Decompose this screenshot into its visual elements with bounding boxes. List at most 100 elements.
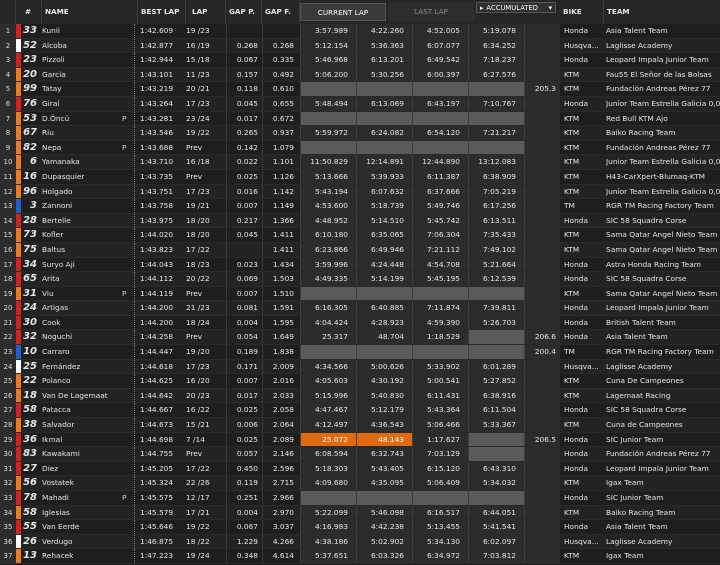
table-row[interactable]: 33 78 Mahadi P 1:45.575 12 /17 0.251 2.966 Honda… [0, 491, 720, 506]
speed-value [524, 213, 560, 228]
table-row[interactable]: 22 32 Noguchi 1:44.258 Prev 0.054 1.649 25.317 4… [0, 330, 720, 346]
bike-brand: Honda [564, 449, 588, 459]
table-row[interactable]: 26 18 Van De Lagemaat 1:44.642 20 /23 0.017 2.… [0, 388, 720, 404]
speed-value [524, 315, 560, 330]
best-lap-time: 1:44.112 [140, 274, 174, 284]
rider-number: 58 [23, 506, 37, 518]
bike-brand: Honda [564, 274, 588, 284]
table-row[interactable]: 32 56 Vostatek 1:45.324 22 /26 0.119 2.715 4:09… [0, 476, 720, 491]
tab-last-lap[interactable]: LAST LAP [388, 3, 474, 21]
team-name: Junior Team Estrella Galicia 0,0 [606, 98, 720, 108]
table-row[interactable]: 1 33 Kunii 1:42.609 19 /23 3:57.989 4:22.260 4:… [0, 24, 720, 39]
lap-count: 12 /17 [186, 493, 210, 502]
split-time-2: 4:30.192 [356, 374, 412, 388]
table-row[interactable]: 24 25 Fernández 1:44.618 17 /23 0.171 2.009 4:3… [0, 359, 720, 375]
pit-indicator [122, 24, 132, 38]
header-lap[interactable]: LAP [186, 0, 226, 24]
lap-count: 17 /23 [186, 186, 210, 196]
table-row[interactable]: 6 76 Giral 1:43.264 17 /23 0.045 0.655 5:48.494… [0, 96, 720, 112]
split-time-1 [300, 345, 356, 359]
gap-previous: 0.045 [226, 228, 262, 242]
header-number[interactable]: # [16, 0, 42, 24]
table-row[interactable]: 21 30 Cook 1:44.200 18 /24 0.004 1.595 4:04.424… [0, 315, 720, 331]
table-row[interactable]: 35 55 Van Eerde 1:45.646 19 /22 0.067 3.037 4:1… [0, 520, 720, 535]
table-row[interactable]: 10 6 Yamanaka 1:43.710 16 /18 0.022 1.101 11:50… [0, 155, 720, 170]
table-row[interactable]: 30 83 Kawakami 1:44.755 Prev 0.057 2.146 6:08.5… [0, 447, 720, 462]
team-name: Leopard Impala Junior Team [606, 55, 709, 65]
gap-previous: 0.025 [226, 169, 262, 184]
row-divider [134, 491, 137, 505]
table-row[interactable]: 19 31 Viu P 1:44.119 Prev 0.007 1.510 KTM Sama Qa… [0, 286, 720, 302]
row-divider [134, 520, 137, 534]
bike-brand: KTM [564, 113, 580, 123]
table-row[interactable]: 9 82 Nepa P 1:43.688 Prev 0.142 1.079 KTM Fundaci… [0, 140, 720, 156]
best-lap-time: 1:43.264 [140, 98, 174, 108]
row-divider [134, 184, 137, 199]
split-time-4 [468, 330, 524, 345]
header-team[interactable]: TEAM [604, 0, 720, 24]
team-name: British Talent Team [606, 317, 676, 327]
table-row[interactable]: 23 10 Carraro 1:44.447 19 /20 0.189 1.838 200.4… [0, 345, 720, 360]
rider-name: Yamanaka [42, 157, 80, 167]
gap-previous: 0.054 [226, 330, 262, 345]
speed-value: 206.6 [524, 330, 560, 345]
speed-value [524, 184, 560, 199]
table-row[interactable]: 29 36 Ikmal 1:44.698 7 /14 0.025 2.089 25.072 48… [0, 432, 720, 448]
split-time-3: 6:11.431 [412, 388, 468, 403]
header-name[interactable]: NAME [42, 0, 138, 24]
table-row[interactable]: 8 67 Riu 1:43.546 19 /22 0.265 0.937 5:59.972 6:… [0, 126, 720, 141]
split-time-1: 6:16.305 [300, 301, 356, 315]
gap-first: 1.591 [262, 301, 298, 315]
lap-count: Prev [186, 449, 203, 459]
pit-indicator [122, 228, 132, 242]
header-best-lap[interactable]: BEST LAP [138, 0, 186, 24]
header-gap-p[interactable]: GAP P. [226, 0, 262, 24]
bike-brand: Honda [564, 522, 588, 532]
split-time-3 [412, 111, 468, 126]
table-row[interactable]: 18 65 Arita 1:44.112 20 /22 0.069 1.503 4:49.33… [0, 272, 720, 287]
position-cell: 23 [0, 345, 16, 359]
table-row[interactable]: 11 16 Dupasquier 1:43.735 Prev 0.025 1.126 5:13… [0, 169, 720, 185]
table-row[interactable]: 7 53 D.Öncü P 1:43.281 23 /24 0.017 0.672 KTM Red… [0, 111, 720, 127]
table-row[interactable]: 36 26 Verdugo 1:46.875 18 /22 1.229 4.266 4:38.… [0, 534, 720, 550]
table-row[interactable]: 25 22 Polanco 1:44.625 16 /20 0.007 2.016 4:05.… [0, 374, 720, 389]
table-row[interactable]: 14 28 Bertelle 1:43.975 18 /20 0.217 1.366 4:48… [0, 213, 720, 229]
table-row[interactable]: 27 58 Patacca 1:44.667 16 /22 0.025 2.058 4:47.… [0, 403, 720, 419]
table-row[interactable]: 17 34 Suryo Aji 1:44.043 18 /23 0.023 1.434 3:5… [0, 257, 720, 273]
pit-indicator [122, 82, 132, 96]
table-row[interactable]: 3 23 Pizzoli 1:42.944 15 /18 0.067 0.335 5:46.9… [0, 53, 720, 68]
accumulated-dropdown[interactable]: ▸ ACCUMULATED ▾ [476, 2, 556, 13]
table-row[interactable]: 13 3 Zannoni 1:43.758 19 /21 0.007 1.149 4:53.6… [0, 199, 720, 214]
table-row[interactable]: 34 58 Iglesias 1:45.579 17 /21 0.004 2.970 5:22… [0, 505, 720, 521]
table-row[interactable]: 20 24 Artigas 1:44.200 21 /23 0.081 1.591 6:16.… [0, 301, 720, 316]
row-divider [134, 82, 137, 96]
header-bike[interactable]: BIKE [560, 0, 604, 24]
pit-indicator [122, 549, 132, 563]
row-divider [134, 257, 137, 272]
speed-value [524, 286, 560, 301]
gap-first: 0.937 [262, 126, 298, 140]
rider-name: Salvador [42, 420, 75, 430]
table-row[interactable]: 5 99 Tatay 1:43.219 20 /21 0.118 0.610 205.3 KTM… [0, 82, 720, 97]
tab-current-lap[interactable]: CURRENT LAP [300, 3, 386, 21]
split-time-1 [300, 111, 356, 126]
table-row[interactable]: 12 96 Holgado 1:43.751 17 /23 0.016 1.142 5:43.… [0, 184, 720, 200]
bike-brand: Honda [564, 463, 588, 473]
speed-value [524, 169, 560, 184]
split-time-3: 6:34.972 [412, 549, 468, 563]
bike-brand: Honda [564, 303, 588, 313]
bike-brand: KTM [564, 376, 580, 386]
table-row[interactable]: 4 20 Garcia 1:43.101 11 /23 0.157 0.492 5:06.20… [0, 67, 720, 83]
rider-name: Noguchi [42, 332, 73, 342]
table-row[interactable]: 16 75 Baltus 1:43.823 17 /22 1.411 6:23.866 6:4… [0, 242, 720, 258]
table-row[interactable]: 15 73 Kofler 1:44.020 18 /20 0.045 1.411 6:10.1… [0, 228, 720, 243]
table-row[interactable]: 31 27 Diez 1:45.205 17 /22 0.450 2.596 5:18.303… [0, 461, 720, 477]
speed-value [524, 476, 560, 490]
table-row[interactable]: 37 13 Rehacek 1:47.223 19 /24 0.348 4.614 5:37.… [0, 549, 720, 564]
table-row[interactable]: 2 52 Alcoba 1:42.877 16 /19 0.268 0.268 5:12.15… [0, 38, 720, 54]
best-lap-time: 1:43.219 [140, 84, 174, 94]
position-cell: 5 [0, 82, 16, 96]
header-gap-f[interactable]: GAP F. [262, 0, 300, 24]
gap-previous: 0.007 [226, 374, 262, 388]
table-row[interactable]: 28 38 Salvador 1:44.673 15 /21 0.006 2.064 4:12… [0, 418, 720, 433]
